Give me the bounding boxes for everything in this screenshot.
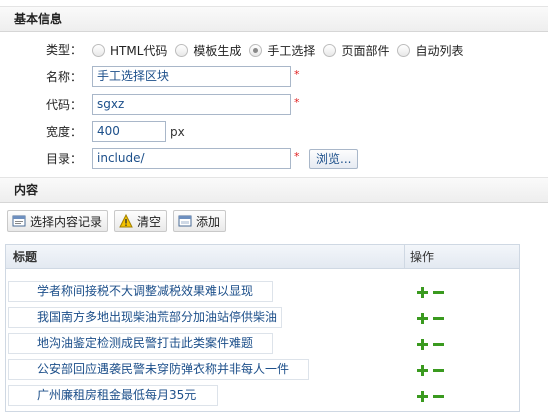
row-title-field[interactable]: 公安部回应遇袭民警未穿防弹衣称并非每人一件 (8, 359, 309, 380)
table-row: 学者称间接税不大调整减税效果难以显现 (6, 278, 519, 304)
radio-label: 页面部件 (341, 43, 390, 58)
code-row: 代码： sgxz * (0, 94, 548, 116)
radio-circle[interactable] (92, 43, 105, 57)
radio-circle-checked[interactable] (249, 43, 263, 57)
header-operation: 操作 (410, 250, 435, 264)
radio-circle[interactable] (397, 43, 411, 57)
name-input[interactable]: 手工选择区块 (92, 66, 291, 87)
minus-icon[interactable] (433, 339, 444, 350)
radio-label: 手工选择 (267, 43, 316, 58)
width-row: 宽度： 400 px (0, 121, 548, 143)
table-row: 公安部回应遇袭民警未穿防弹衣称并非每人一件 (6, 356, 519, 382)
name-row: 名称： 手工选择区块 * (0, 66, 548, 88)
radio-template-gen[interactable]: 模板生成 (175, 42, 241, 59)
clear-button[interactable]: 清空 (114, 210, 168, 232)
dir-required-mark: * (294, 150, 300, 163)
type-radio-group: HTML代码 模板生成 手工选择 页面部件 自动列表 (92, 39, 471, 61)
content-grid: 标题 操作 学者称间接税不大调整减税效果难以显现 我国南方多地出现柴油荒部分加油… (5, 244, 520, 412)
minus-icon[interactable] (433, 287, 444, 298)
code-input[interactable]: sgxz (92, 94, 291, 115)
plus-icon[interactable] (417, 287, 428, 298)
dir-input[interactable]: include/ (92, 148, 291, 169)
width-label: 宽度： (45, 125, 82, 139)
plus-icon[interactable] (417, 391, 428, 402)
content-header: 内容 (0, 177, 548, 203)
row-title-field[interactable]: 我国南方多地出现柴油荒部分加油站停供柴油 (8, 307, 282, 328)
dir-label: 目录： (45, 152, 82, 166)
name-label: 名称： (45, 70, 82, 84)
grid-header: 标题 操作 (6, 245, 519, 269)
window-select-icon (12, 214, 26, 228)
content-toolbar: 选择内容记录 清空 添加 (7, 210, 232, 232)
header-title: 标题 (13, 250, 38, 264)
radio-label: HTML代码 (110, 43, 168, 58)
table-row: 广州廉租房租金最低每月35元 (6, 382, 519, 408)
plus-icon[interactable] (417, 339, 428, 350)
radio-auto-list[interactable]: 自动列表 (397, 42, 463, 59)
radio-circle[interactable] (323, 43, 337, 57)
table-row: 地沟油鉴定检测成民警打击此类案件难题 (6, 330, 519, 356)
table-row: 我国南方多地出现柴油荒部分加油站停供柴油 (6, 304, 519, 330)
plus-icon[interactable] (417, 365, 428, 376)
width-unit: px (170, 125, 185, 139)
width-input[interactable]: 400 (92, 121, 166, 142)
type-row: 类型： HTML代码 模板生成 手工选择 页面部件 自动列表 (0, 39, 548, 61)
row-title-field[interactable]: 地沟油鉴定检测成民警打击此类案件难题 (8, 333, 273, 354)
radio-manual-select[interactable]: 手工选择 (249, 42, 315, 59)
browse-button[interactable]: 浏览... (309, 149, 359, 169)
code-label: 代码： (45, 98, 82, 112)
row-title-field[interactable]: 学者称间接税不大调整减税效果难以显现 (8, 281, 273, 302)
dir-row: 目录： include/ * 浏览... (0, 148, 548, 170)
column-divider (404, 245, 405, 269)
radio-label: 自动列表 (415, 43, 464, 58)
minus-icon[interactable] (433, 365, 444, 376)
clear-label: 清空 (137, 214, 162, 229)
radio-label: 模板生成 (193, 43, 242, 58)
window-add-icon (178, 214, 192, 228)
radio-page-widget[interactable]: 页面部件 (323, 42, 389, 59)
row-title-field[interactable]: 广州廉租房租金最低每月35元 (8, 385, 218, 406)
plus-icon[interactable] (417, 313, 428, 324)
minus-icon[interactable] (433, 391, 444, 402)
code-required-mark: * (294, 96, 300, 109)
radio-circle[interactable] (175, 43, 189, 57)
select-records-button[interactable]: 选择内容记录 (7, 210, 109, 232)
add-label: 添加 (196, 214, 221, 229)
name-required-mark: * (294, 68, 300, 81)
type-label: 类型： (45, 43, 82, 57)
select-records-label: 选择内容记录 (30, 214, 103, 229)
warning-icon (119, 213, 133, 228)
minus-icon[interactable] (433, 313, 444, 324)
radio-html-code[interactable]: HTML代码 (92, 42, 167, 59)
basic-info-header: 基本信息 (0, 6, 548, 32)
add-button[interactable]: 添加 (173, 210, 227, 232)
